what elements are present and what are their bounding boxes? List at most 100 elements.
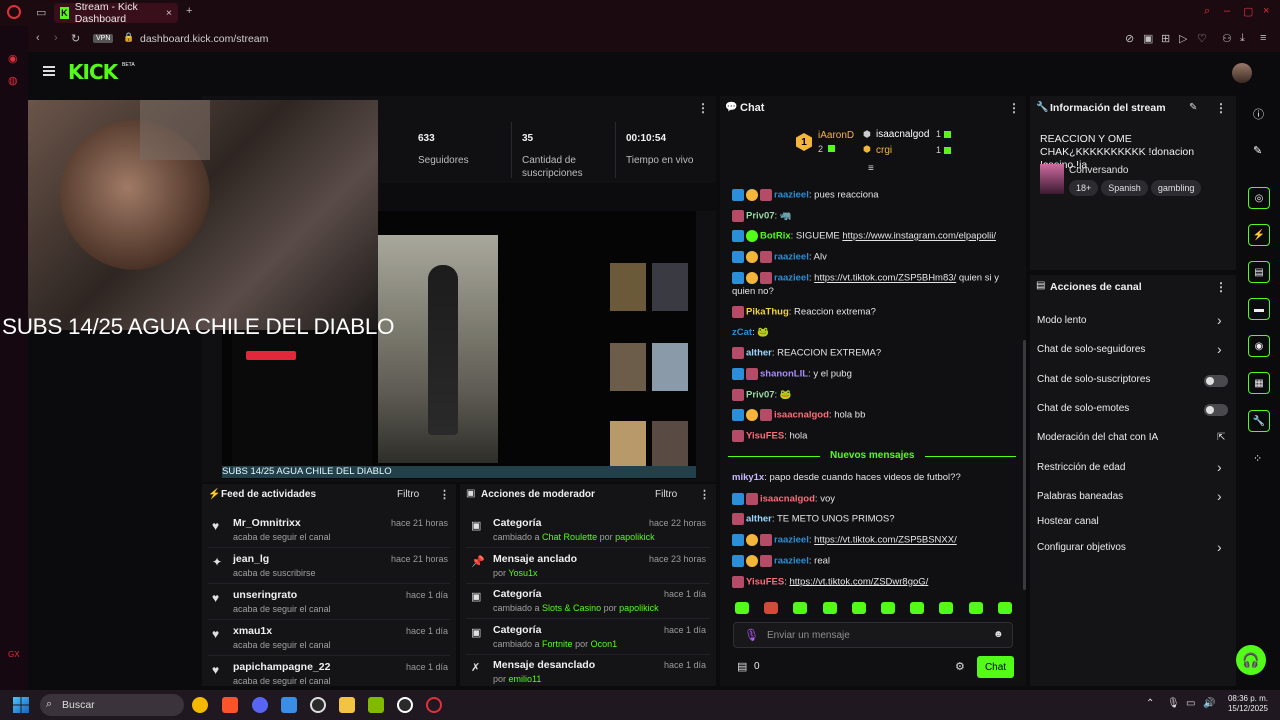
mod-action-by[interactable]: papolikick [619, 603, 659, 613]
edit-icon[interactable]: ✎ [1253, 144, 1262, 157]
rail-stream-icon[interactable]: ◎ [1248, 187, 1270, 209]
chat-username[interactable]: Priv07 [746, 211, 775, 222]
rail-wrench-icon[interactable]: 🔧 [1248, 410, 1270, 432]
chevron-right-icon[interactable]: › [1217, 459, 1222, 475]
activity-username[interactable]: unseringrato [233, 589, 297, 601]
category-thumbnail[interactable] [1040, 164, 1064, 194]
url-field[interactable]: dashboard.kick.com/stream [140, 33, 268, 45]
kick-logo[interactable]: KICK [68, 60, 118, 84]
taskbar-search[interactable]: ⌕ Buscar [40, 694, 184, 716]
user-avatar[interactable] [1232, 63, 1252, 83]
mod-action-by[interactable]: Ocon1 [591, 639, 618, 649]
close-window-icon[interactable]: × [1263, 5, 1269, 17]
chat-username[interactable]: alther [746, 514, 772, 525]
taskbar-opera-icon[interactable] [426, 697, 442, 713]
flow-icon[interactable]: ⊞ [1161, 32, 1170, 45]
taskbar-discord-icon[interactable] [252, 697, 268, 713]
chat-link[interactable]: https://vt.tiktok.com/ZSP5BSNXX/ [814, 535, 957, 546]
activity-username[interactable]: jean_lg [233, 553, 269, 565]
snapshot-icon[interactable]: ▣ [1143, 32, 1153, 45]
taskbar-obs2-icon[interactable] [397, 697, 413, 713]
tray-volume-icon[interactable]: 🔊 [1203, 698, 1215, 709]
chevron-right-icon[interactable]: › [1217, 539, 1222, 555]
external-link-icon[interactable]: ⇱ [1217, 432, 1225, 443]
sidebar-aria-icon[interactable]: ◉ [8, 52, 18, 65]
chat-link[interactable]: https://www.instagram.com/elpapolii/ [842, 231, 996, 242]
chat-username[interactable]: PikaThug [746, 307, 789, 318]
mod-action-by[interactable]: papolikick [615, 532, 655, 542]
sidebar-bag-icon[interactable]: ◍ [8, 74, 18, 87]
chat-input-placeholder[interactable]: Enviar un mensaje [767, 630, 850, 641]
send-chat-button[interactable]: Chat [977, 656, 1014, 678]
taskbar-store-icon[interactable] [281, 697, 297, 713]
channel-action-item[interactable]: Chat de solo-suscriptores [1037, 374, 1150, 385]
mod-filter-button[interactable]: Filtro [655, 489, 677, 500]
download-icon[interactable]: ⤓ [1240, 32, 1245, 45]
info-icon[interactable]: ⓘ [1253, 106, 1264, 122]
tray-network-icon[interactable]: ▭ [1186, 698, 1195, 709]
back-icon[interactable]: ‹ [36, 32, 40, 44]
emote-icon[interactable] [881, 602, 895, 614]
emote-icon[interactable] [939, 602, 954, 614]
rail-more-icon[interactable]: ⁘ [1253, 452, 1262, 465]
chat-link[interactable]: https://vt.tiktok.com/ZSDwr8goG/ [789, 576, 928, 587]
channel-actions-menu-icon[interactable]: ⋮ [1215, 280, 1227, 294]
chat-username[interactable]: shanonLIL [760, 369, 808, 380]
channel-action-item[interactable]: Configurar objetivos [1037, 542, 1126, 553]
microphone-icon[interactable]: 🎙 [744, 628, 759, 642]
stream-info-menu-icon[interactable]: ⋮ [1215, 101, 1227, 115]
emote-icon[interactable] [793, 602, 808, 614]
chat-settings-gear-icon[interactable]: ⚙ [955, 660, 965, 673]
chevron-right-icon[interactable]: › [1217, 341, 1222, 357]
emote-icon[interactable] [910, 602, 925, 614]
pin-icon[interactable]: ⊘ [1125, 32, 1134, 45]
taskbar-explorer-icon[interactable] [339, 697, 355, 713]
taskbar-obs-icon[interactable] [310, 697, 326, 713]
mod-action-by[interactable]: Yosu1x [508, 568, 537, 578]
vpn-badge[interactable]: VPN [93, 34, 114, 43]
leader-1-name[interactable]: iAaronD [818, 130, 854, 141]
chat-username[interactable]: raazieel [774, 555, 809, 566]
chat-link[interactable]: https://vt.tiktok.com/ZSP5BHm83/ [814, 273, 956, 284]
close-tab-icon[interactable]: × [166, 7, 172, 19]
menu-icon[interactable]: ≡ [1260, 32, 1266, 44]
emote-icon[interactable] [764, 602, 779, 614]
rail-terminal-icon[interactable]: ▦ [1248, 372, 1270, 394]
emoji-icon[interactable]: ☻ [993, 629, 1004, 640]
chat-menu-icon[interactable]: ⋮ [1008, 101, 1020, 115]
emote-icon[interactable] [968, 602, 983, 614]
sidebar-gx-icon[interactable]: GX [8, 650, 20, 659]
channel-action-item[interactable]: Modo lento [1037, 315, 1086, 326]
profile-icon[interactable]: ⚇ [1222, 32, 1232, 45]
chat-username[interactable]: raazieel [774, 190, 809, 201]
activity-menu-icon[interactable]: ⋮ [439, 488, 450, 501]
tab-overview-icon[interactable]: ▭ [36, 6, 46, 19]
chat-username[interactable]: miky1x [732, 472, 764, 483]
emote-icon[interactable] [735, 602, 749, 614]
chat-username[interactable]: raazieel [774, 535, 809, 546]
forward-icon[interactable]: › [54, 32, 58, 44]
mod-action-target[interactable]: Fortnite [542, 639, 573, 649]
tray-mic-icon[interactable]: 🎙 [1167, 698, 1180, 709]
hamburger-menu-icon[interactable] [43, 66, 55, 76]
chat-username[interactable]: zCat [732, 327, 752, 338]
mod-action-target[interactable]: Slots & Casino [542, 603, 601, 613]
chevron-right-icon[interactable]: › [1217, 312, 1222, 328]
activity-username[interactable]: papichampagne_22 [233, 661, 330, 673]
chat-scrollbar[interactable] [1023, 340, 1026, 590]
send-icon[interactable]: ▷ [1179, 32, 1187, 45]
preview-menu-icon[interactable]: ⋮ [697, 101, 709, 115]
reload-icon[interactable]: ↻ [71, 32, 80, 45]
chat-username[interactable]: isaacnalgod [774, 410, 829, 421]
edit-pencil-icon[interactable]: ✎ [1189, 102, 1197, 113]
chat-username[interactable]: raazieel [774, 273, 809, 284]
chat-username[interactable]: isaacnalgod [760, 493, 815, 504]
tray-clock[interactable]: 08:36 p. m. 15/12/2025 [1223, 694, 1268, 714]
channel-action-item[interactable]: Chat de solo-seguidores [1037, 344, 1145, 355]
channel-action-item[interactable]: Moderación del chat con IA [1037, 432, 1158, 443]
opera-logo-icon[interactable] [7, 5, 21, 19]
activity-username[interactable]: xmau1x [233, 625, 272, 637]
toggle-switch[interactable] [1204, 404, 1228, 416]
chat-username[interactable]: raazieel [774, 252, 809, 263]
tab-kick-dashboard[interactable]: K Stream - Kick Dashboard × [54, 1, 178, 25]
